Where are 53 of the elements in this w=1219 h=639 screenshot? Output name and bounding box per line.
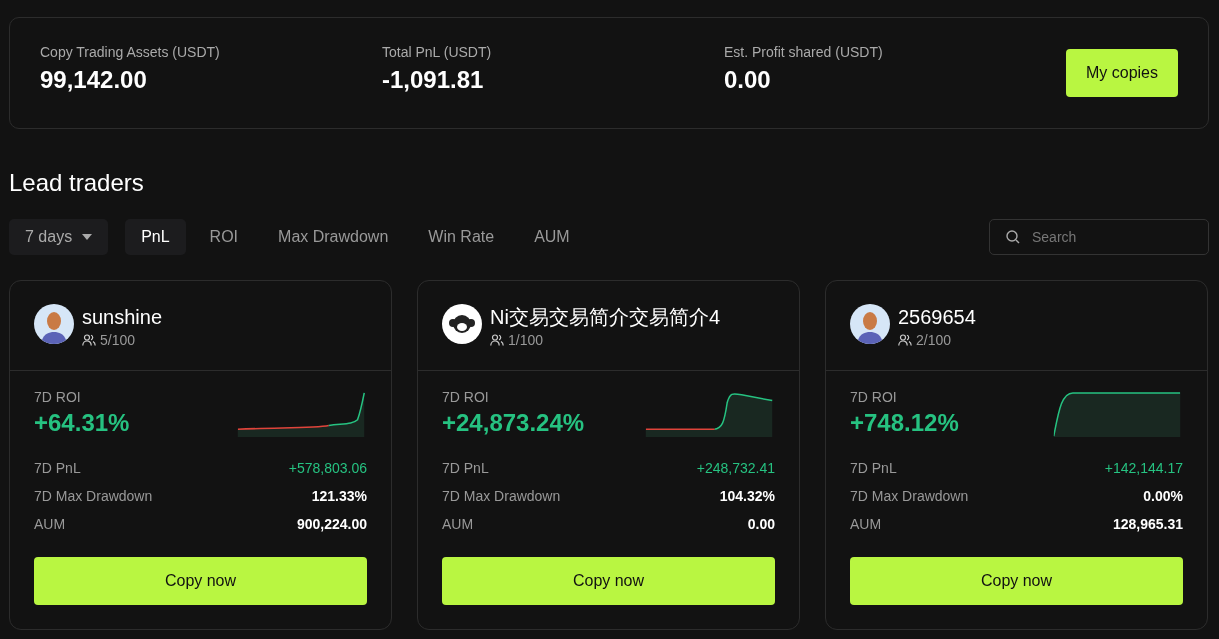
stat-label: 7D Max Drawdown	[34, 488, 153, 504]
roi-label: 7D ROI	[34, 389, 82, 405]
follower-count: 2/100	[916, 332, 952, 348]
follower-count: 1/100	[508, 332, 544, 348]
stat-label: 7D Max Drawdown	[442, 488, 561, 504]
stat-value: 128,965.31	[1112, 516, 1183, 532]
sort-tab[interactable]: AUM	[518, 219, 586, 255]
copy-now-button[interactable]: Copy now	[34, 557, 367, 605]
stat-value: 900,224.00	[296, 516, 367, 532]
stat-label: Est. Profit shared (USDT)	[723, 44, 884, 60]
sort-tab[interactable]: ROI	[193, 219, 255, 255]
trader-name[interactable]: 2569654	[898, 304, 976, 330]
section-title: Lead traders	[9, 169, 145, 197]
people-icon	[82, 334, 96, 346]
sort-tab[interactable]: PnL	[125, 219, 186, 255]
stat-label: Total PnL (USDT)	[382, 44, 493, 60]
people-icon	[490, 334, 504, 346]
stat-label: 7D PnL	[850, 460, 897, 476]
stat-label: AUM	[34, 516, 66, 532]
follower-count: 5/100	[100, 332, 136, 348]
roi-value: +64.31%	[34, 409, 130, 437]
stat-value: 121.33%	[311, 488, 367, 504]
stat-label: 7D PnL	[442, 460, 489, 476]
stat-value: 99,142.00	[40, 66, 148, 94]
stat-value: 0.00	[747, 516, 775, 532]
roi-value: +748.12%	[850, 409, 959, 437]
sort-tab[interactable]: Max Drawdown	[262, 219, 405, 255]
roi-value: +24,873.24%	[442, 409, 585, 437]
stat-label: 7D Max Drawdown	[850, 488, 969, 504]
roi-label: 7D ROI	[442, 389, 490, 405]
roi-label: 7D ROI	[850, 389, 898, 405]
stat-value: +578,803.06	[288, 460, 367, 476]
trader-name[interactable]: sunshine	[82, 304, 163, 330]
stat-value: 104.32%	[719, 488, 775, 504]
stat-label: 7D PnL	[34, 460, 81, 476]
stat-value: 0.00	[723, 66, 772, 94]
copy-now-button[interactable]: Copy now	[850, 557, 1183, 605]
stat-value: 0.00%	[1143, 488, 1183, 504]
stat-label: Copy Trading Assets (USDT)	[40, 44, 221, 60]
period-dropdown[interactable]: 7 days	[9, 219, 109, 255]
stat-label: AUM	[850, 516, 882, 532]
search-field[interactable]: Search	[989, 219, 1209, 255]
stat-label: AUM	[442, 516, 474, 532]
stat-value: +142,144.17	[1104, 460, 1183, 476]
people-icon	[898, 334, 912, 346]
my-copies-button[interactable]: My copies	[1065, 49, 1178, 97]
caret-icon	[82, 234, 93, 240]
stat-value: -1,091.81	[382, 66, 485, 94]
copy-now-button[interactable]: Copy now	[442, 557, 775, 605]
stat-value: +248,732.41	[696, 460, 775, 476]
trader-name[interactable]: Ni交易交易简介交易简介4	[490, 304, 720, 330]
search-icon	[1006, 230, 1020, 244]
sort-tab[interactable]: Win Rate	[412, 219, 511, 255]
